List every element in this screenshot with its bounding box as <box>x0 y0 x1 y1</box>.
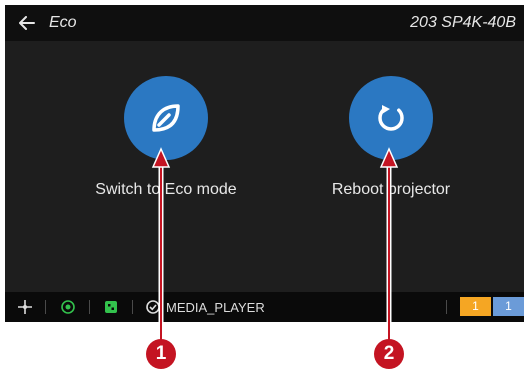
callout-marker-2: 2 <box>374 339 404 369</box>
callout-marker-1: 1 <box>146 339 176 369</box>
callout-lines <box>151 147 399 347</box>
